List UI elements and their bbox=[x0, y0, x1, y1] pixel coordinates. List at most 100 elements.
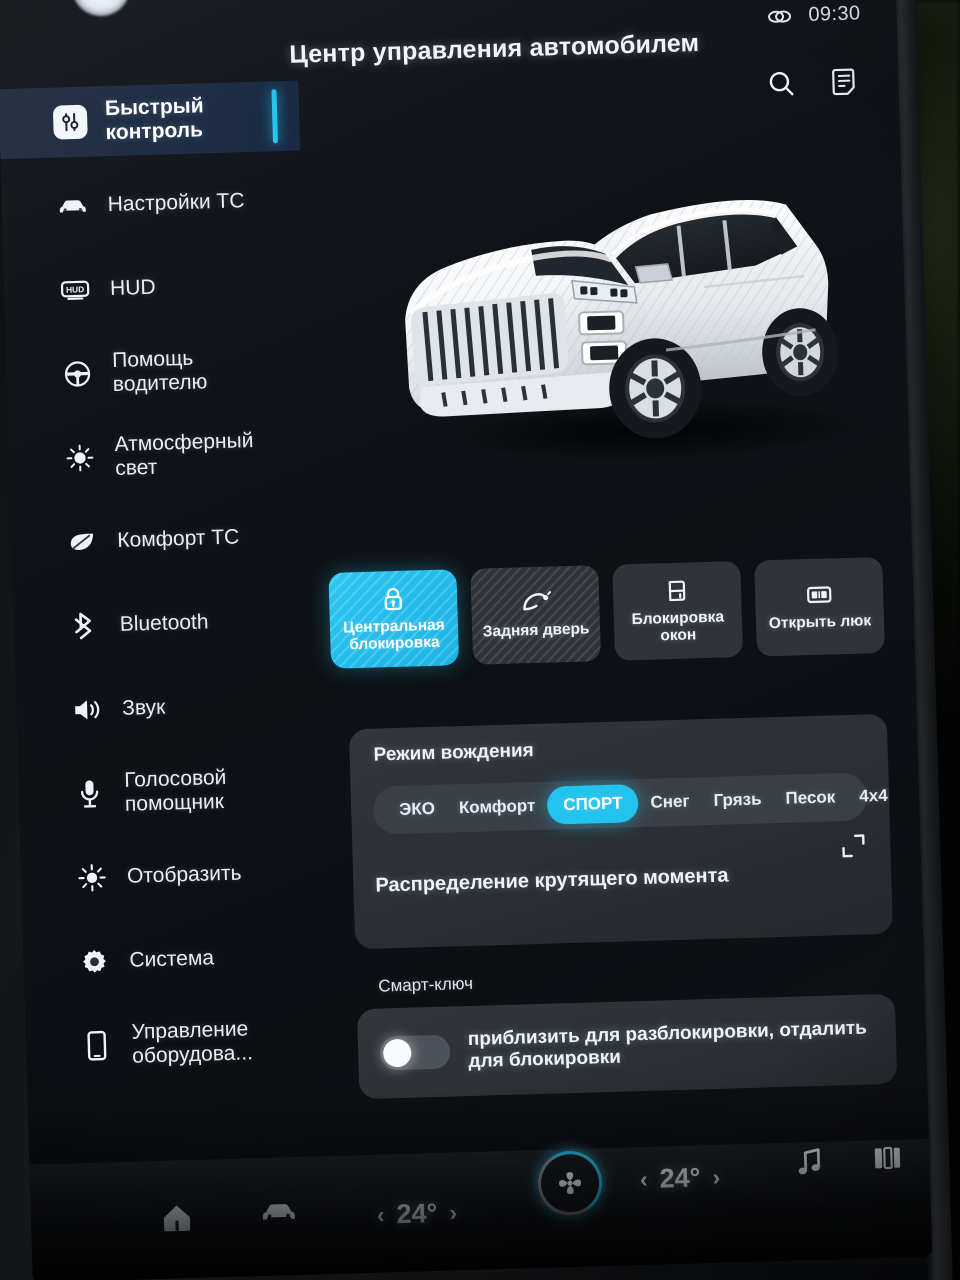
smart-key-caption: Смарт-ключ bbox=[378, 973, 474, 996]
home-icon bbox=[156, 1196, 197, 1237]
chevron-right-icon[interactable]: › bbox=[449, 1199, 457, 1226]
chevron-left-icon[interactable]: ‹ bbox=[640, 1166, 648, 1193]
home-button[interactable] bbox=[156, 1196, 197, 1237]
tile-central-lock[interactable]: Центральная блокировка bbox=[328, 569, 460, 669]
window-lock-icon bbox=[665, 577, 690, 604]
tile-label: Центральная блокировка bbox=[342, 616, 445, 654]
tile-label: Задняя дверь bbox=[482, 620, 590, 641]
tile-label: Открыть люк bbox=[768, 612, 872, 633]
torque-distribution-label: Распределение крутящего момента bbox=[375, 863, 729, 897]
lock-icon bbox=[381, 585, 406, 612]
right-temperature-control[interactable]: ‹ 24° › bbox=[640, 1162, 721, 1195]
speaker-icon bbox=[70, 696, 105, 723]
drive-mode-option-comfort[interactable]: Комфорт bbox=[446, 788, 547, 827]
fan-icon bbox=[556, 1169, 585, 1198]
apps-grid-icon bbox=[867, 1137, 908, 1178]
bluetooth-icon bbox=[67, 609, 102, 642]
music-note-icon bbox=[789, 1142, 830, 1183]
sidebar-item-label: Система bbox=[129, 946, 215, 973]
svg-text:HUD: HUD bbox=[66, 284, 84, 295]
photograph-of-infotainment-screen: 09:30 Центр управления автомобилем Быстр… bbox=[0, 0, 960, 1280]
header-actions bbox=[764, 64, 863, 101]
drive-mode-title: Режим вождения bbox=[373, 740, 535, 766]
right-temperature-value: 24° bbox=[659, 1162, 701, 1194]
vehicle-3d-image bbox=[405, 199, 869, 462]
gear-icon bbox=[77, 946, 112, 977]
drive-mode-selector: ЭКО Комфорт СПОРТ Снег Грязь Песок 4x4 bbox=[372, 772, 888, 835]
fan-button[interactable] bbox=[537, 1150, 603, 1217]
left-temperature-value: 24° bbox=[396, 1198, 438, 1230]
leaf-icon bbox=[65, 528, 100, 555]
tablet-icon bbox=[79, 1029, 114, 1062]
sidebar-item-driver-assistance[interactable]: Помощь водителю bbox=[6, 332, 308, 411]
sidebar-item-equipment-management[interactable]: Управление оборудова... bbox=[25, 1004, 327, 1083]
document-list-icon bbox=[831, 66, 860, 97]
sidebar-item-voice-assistant[interactable]: Голосовой помощник bbox=[18, 752, 320, 831]
tile-window-lock[interactable]: Блокировка окон bbox=[612, 561, 743, 661]
page-title: Центр управления автомобилем bbox=[289, 28, 700, 69]
hud-icon: HUD bbox=[58, 278, 93, 303]
sidebar-item-ambient-light[interactable]: Атмосферный свет bbox=[8, 416, 310, 495]
sidebar-item-label: Bluetooth bbox=[119, 610, 209, 637]
drive-mode-option-4x4[interactable]: 4x4 bbox=[847, 778, 900, 815]
ambient-light-icon bbox=[63, 443, 98, 474]
sidebar-item-vehicle-settings[interactable]: Настройки ТС bbox=[1, 165, 303, 244]
apps-button[interactable] bbox=[867, 1137, 908, 1178]
smart-key-card: приблизить для разблокировки, отдалить д… bbox=[356, 993, 898, 1100]
search-icon bbox=[766, 68, 797, 99]
brightness-icon bbox=[75, 862, 110, 893]
vehicle-button[interactable] bbox=[258, 1191, 299, 1232]
sidebar-item-system[interactable]: Система bbox=[23, 920, 325, 999]
sidebar: Быстрый контроль Настройки ТС HUD HUD По… bbox=[0, 75, 330, 1187]
tailgate-icon bbox=[519, 590, 552, 617]
smart-key-description: приблизить для разблокировки, отдалить д… bbox=[467, 1017, 868, 1073]
smart-key-toggle[interactable] bbox=[379, 1034, 451, 1071]
drive-mode-option-sport[interactable]: СПОРТ bbox=[546, 784, 640, 825]
drive-mode-option-mud[interactable]: Грязь bbox=[701, 781, 774, 819]
music-button[interactable] bbox=[789, 1142, 830, 1183]
chevron-left-icon[interactable]: ‹ bbox=[377, 1202, 385, 1229]
sidebar-item-label: Настройки ТС bbox=[107, 189, 245, 217]
expand-icon bbox=[840, 833, 867, 860]
sliders-icon bbox=[52, 104, 88, 140]
sidebar-item-label: Звук bbox=[121, 695, 166, 721]
drive-mode-option-snow[interactable]: Снег bbox=[638, 783, 702, 821]
infotainment-screen: 09:30 Центр управления автомобилем Быстр… bbox=[0, 0, 933, 1280]
sidebar-item-bluetooth[interactable]: Bluetooth bbox=[13, 584, 315, 663]
sidebar-item-sound[interactable]: Звук bbox=[15, 668, 317, 747]
sidebar-item-label: Помощь водителю bbox=[111, 347, 208, 397]
drive-mode-option-eco[interactable]: ЭКО bbox=[387, 791, 448, 829]
sidebar-item-vehicle-comfort[interactable]: Комфорт ТС bbox=[10, 500, 312, 579]
sunroof-icon bbox=[805, 582, 834, 609]
expand-button[interactable] bbox=[840, 833, 867, 860]
tile-tailgate[interactable]: Задняя дверь bbox=[470, 565, 602, 665]
car-icon bbox=[55, 195, 90, 218]
sidebar-item-label: Отобразить bbox=[126, 861, 242, 889]
torque-distribution-row[interactable]: Распределение крутящего момента bbox=[374, 832, 870, 924]
quick-action-tiles: Центральная блокировка Задняя дверь Блок… bbox=[328, 556, 885, 669]
drive-mode-option-sand[interactable]: Песок bbox=[773, 779, 848, 817]
drive-mode-card: Режим вождения ЭКО Комфорт СПОРТ Снег Гр… bbox=[348, 713, 894, 950]
microphone-icon bbox=[72, 777, 107, 810]
sidebar-item-quick-control[interactable]: Быстрый контроль bbox=[0, 80, 301, 160]
notes-button[interactable] bbox=[828, 64, 863, 99]
chevron-right-icon[interactable]: › bbox=[712, 1164, 720, 1191]
tile-label: Блокировка окон bbox=[631, 608, 725, 645]
vehicle-render-stage bbox=[330, 122, 883, 537]
tile-open-sunroof[interactable]: Открыть люк bbox=[754, 556, 885, 657]
sidebar-item-label: Комфорт ТС bbox=[117, 525, 240, 553]
steering-wheel-icon bbox=[60, 359, 95, 390]
car-icon bbox=[258, 1191, 299, 1232]
status-bar: 09:30 bbox=[766, 2, 861, 28]
left-temperature-control[interactable]: ‹ 24° › bbox=[376, 1197, 458, 1230]
sidebar-item-hud[interactable]: HUD HUD bbox=[3, 248, 305, 327]
bottom-climate-bar: ‹ 24° › ‹ 24° › bbox=[29, 1137, 933, 1280]
sidebar-item-display[interactable]: Отобразить bbox=[20, 836, 322, 915]
sidebar-item-label: HUD bbox=[109, 275, 156, 301]
sidebar-item-label: Атмосферный свет bbox=[114, 429, 254, 480]
sidebar-item-label: Голосовой помощник bbox=[123, 766, 227, 816]
sidebar-item-label: Управление оборудова... bbox=[131, 1017, 254, 1068]
search-button[interactable] bbox=[764, 66, 799, 101]
sidebar-item-label: Быстрый контроль bbox=[104, 94, 204, 145]
status-time: 09:30 bbox=[808, 2, 861, 26]
